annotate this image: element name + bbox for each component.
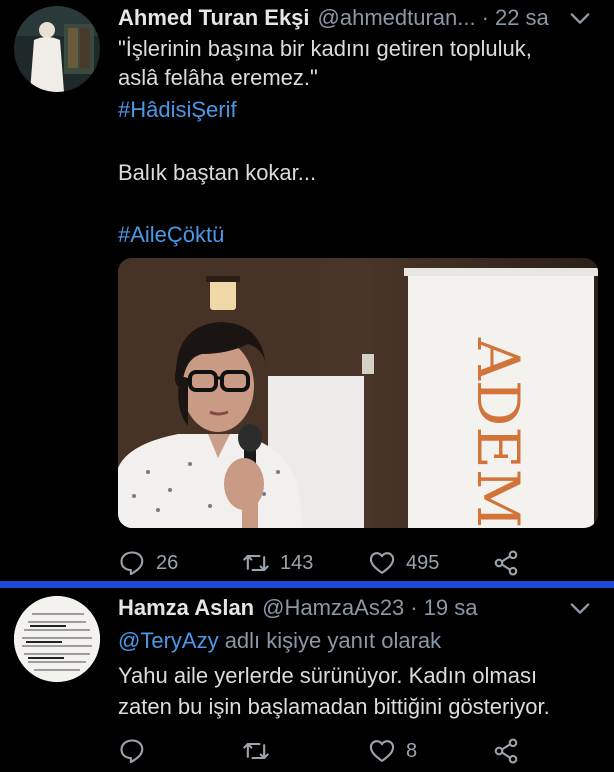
tweet-actions: 26 143 495 bbox=[118, 546, 594, 580]
retweet-icon bbox=[243, 554, 269, 572]
like-count: 495 bbox=[406, 551, 440, 574]
tweet-text-body: Balık baştan kokar... bbox=[118, 160, 317, 185]
avatar[interactable] bbox=[14, 596, 100, 682]
tweet-divider bbox=[0, 581, 614, 588]
timestamp[interactable]: 19 sa bbox=[424, 595, 478, 621]
reply-context-label: adlı kişiye yanıt olarak bbox=[218, 628, 442, 653]
tweet-2[interactable]: Hamza Aslan @HamzaAs23 · 19 sa @TeryAzy … bbox=[0, 588, 614, 772]
author-handle[interactable]: @HamzaAs23 bbox=[262, 595, 404, 621]
reply-button[interactable]: 26 bbox=[118, 546, 178, 580]
reply-icon bbox=[120, 739, 144, 764]
tweet-1[interactable]: Ahmed Turan Ekşi @ahmedturan... · 22 sa … bbox=[0, 0, 614, 582]
tweet-text-line-1: Yahu aile yerlerde sürünüyor. Kadın olma… bbox=[118, 663, 538, 688]
author-handle[interactable]: @ahmedturan... bbox=[318, 5, 476, 31]
author-name[interactable]: Hamza Aslan bbox=[118, 595, 254, 621]
tweet-media-image[interactable]: ADEM bbox=[118, 258, 598, 528]
share-icon bbox=[494, 738, 518, 764]
share-icon bbox=[494, 550, 518, 576]
separator-dot: · bbox=[410, 595, 418, 620]
avatar[interactable] bbox=[14, 6, 100, 92]
retweet-button[interactable] bbox=[242, 734, 280, 768]
tweet-text-line-1: "İşlerinin başına bir kadını getiren top… bbox=[118, 36, 532, 61]
hashtag-link[interactable]: #HâdisiŞerif bbox=[118, 97, 237, 122]
tweet-header: Ahmed Turan Ekşi @ahmedturan... · 22 sa bbox=[118, 2, 594, 34]
hashtag-link[interactable]: #AileÇöktü bbox=[118, 222, 224, 247]
banner-text: ADEM bbox=[464, 337, 532, 528]
retweet-icon bbox=[243, 742, 269, 760]
reply-button[interactable] bbox=[118, 734, 156, 768]
tweet-text-line-2: zaten bu işin başlamadan bittiğini göste… bbox=[118, 694, 550, 719]
heart-icon bbox=[369, 740, 395, 762]
share-button[interactable] bbox=[492, 734, 530, 768]
reply-count: 26 bbox=[156, 551, 179, 574]
mention-link[interactable]: @TeryAzy bbox=[118, 628, 219, 653]
author-name[interactable]: Ahmed Turan Ekşi bbox=[118, 5, 310, 31]
like-button[interactable]: 495 bbox=[368, 546, 439, 580]
chevron-down-icon[interactable] bbox=[566, 594, 594, 622]
reply-icon bbox=[120, 551, 144, 576]
chevron-down-icon[interactable] bbox=[566, 4, 594, 32]
retweet-count: 143 bbox=[280, 551, 314, 574]
reply-context: @TeryAzy adlı kişiye yanıt olarak bbox=[118, 626, 594, 655]
share-button[interactable] bbox=[492, 546, 530, 580]
like-button[interactable]: 8 bbox=[368, 734, 417, 768]
separator-dot: · bbox=[481, 5, 489, 30]
like-count: 8 bbox=[406, 739, 418, 762]
heart-icon bbox=[369, 552, 395, 574]
retweet-button[interactable]: 143 bbox=[242, 546, 313, 580]
timestamp[interactable]: 22 sa bbox=[495, 5, 549, 31]
tweet-actions: 8 bbox=[118, 734, 594, 768]
tweet-header: Hamza Aslan @HamzaAs23 · 19 sa bbox=[118, 592, 594, 624]
tweet-text-line-2: aslâ felâha eremez." bbox=[118, 65, 318, 90]
